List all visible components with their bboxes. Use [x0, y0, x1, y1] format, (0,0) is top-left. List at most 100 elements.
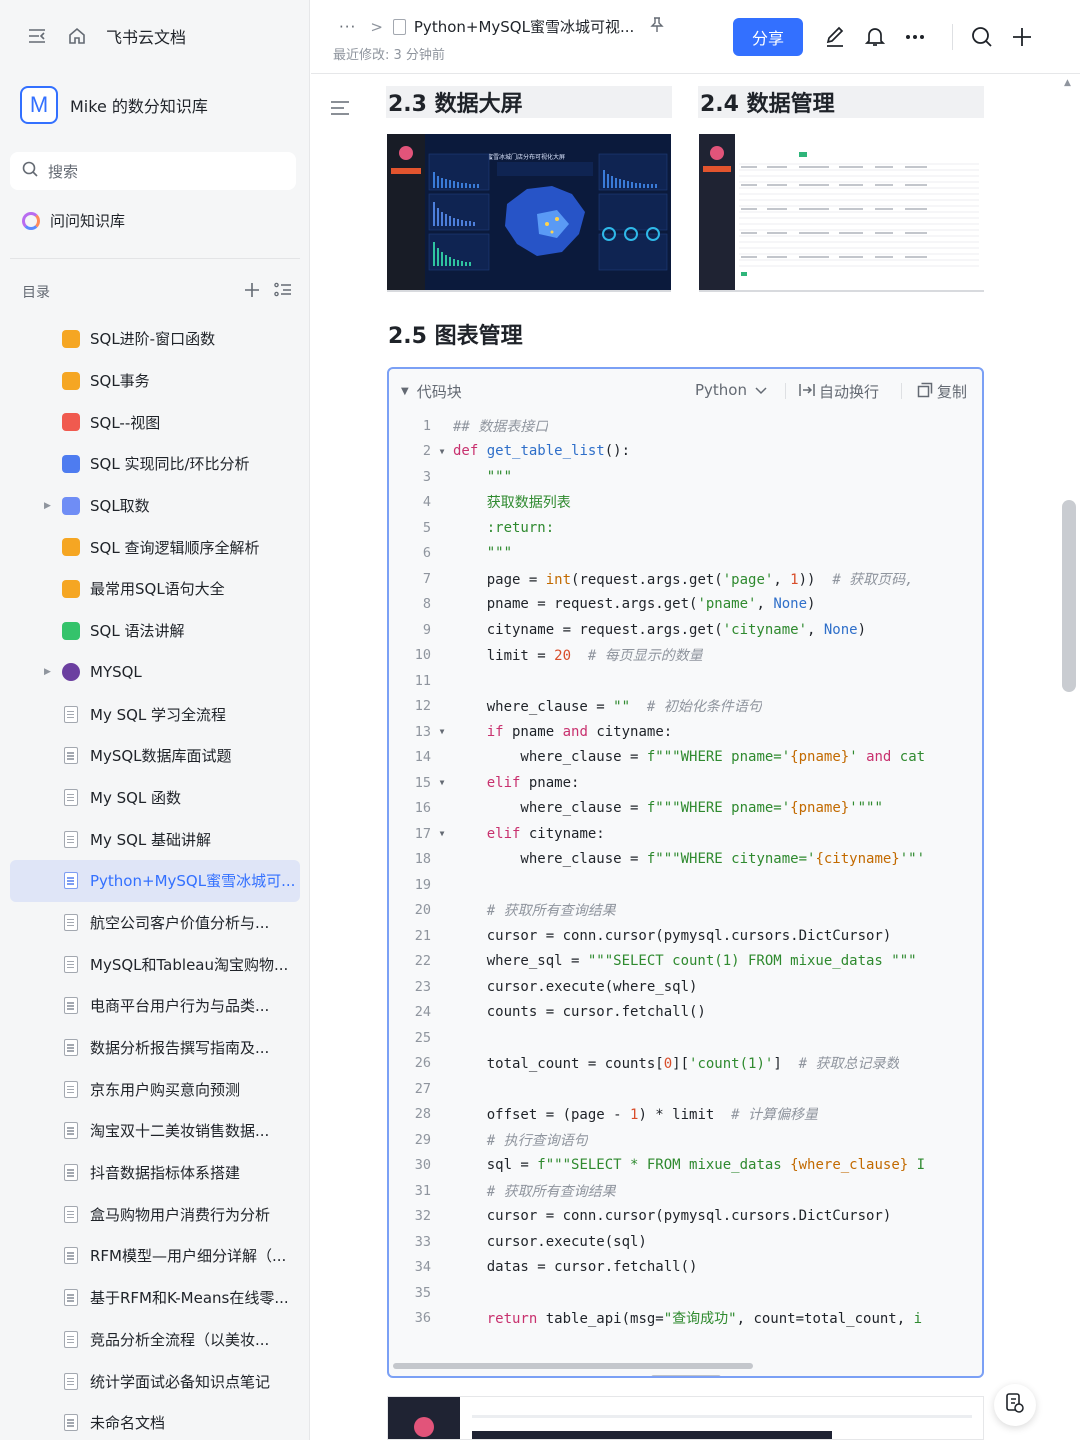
document-icon [64, 913, 78, 931]
scroll-up-icon[interactable]: ▲ [1064, 78, 1071, 88]
share-button[interactable]: 分享 [733, 18, 803, 56]
toc-item[interactable]: 航空公司客户价值分析与... [10, 902, 300, 944]
toc-item[interactable]: Python+MySQL蜜雪冰城可... [10, 859, 300, 902]
toc-item[interactable]: MySQL和Tableau淘宝购物... [10, 943, 300, 985]
toc-item[interactable]: My SQL 学习全流程 [10, 693, 300, 735]
document-icon [64, 1080, 78, 1098]
notification-bell-icon[interactable] [862, 24, 888, 50]
last-modified: 最近修改: 3 分钟前 [333, 48, 445, 63]
search-placeholder: 搜索 [48, 162, 79, 181]
auto-wrap-button[interactable]: 自动换行 [799, 381, 879, 402]
code-text: cursor.execute(sql) [453, 1233, 647, 1250]
code-line: 24 counts = cursor.fetchall() [389, 1000, 982, 1026]
toc-list: SQL进阶-窗口函数 SQL事务 SQL--视图 SQL 实现同比/环比分析 ▶ SQL取… [10, 318, 300, 1440]
toc-item[interactable]: 数据分析报告撰写指南及... [10, 1027, 300, 1069]
toc-item[interactable]: 盒马购物用户消费行为分析 [10, 1193, 300, 1235]
outline-icon[interactable] [330, 100, 350, 120]
line-number: 24 [414, 1004, 431, 1021]
pin-icon[interactable] [650, 16, 664, 37]
toc-item[interactable]: 统计学面试必备知识点笔记 [10, 1360, 300, 1402]
data-management-screenshot[interactable] [699, 134, 984, 292]
chart-management-screenshot[interactable] [387, 1396, 984, 1440]
doc-title[interactable]: Python+MySQL蜜雪冰城可视... [414, 16, 634, 37]
toc-item[interactable]: My SQL 基础讲解 [10, 818, 300, 860]
floating-feedback-button[interactable] [994, 1384, 1036, 1426]
toc-item[interactable]: 电商平台用户行为与品类... [10, 985, 300, 1027]
code-line: 34 datas = cursor.fetchall() [389, 1255, 982, 1281]
toc-item[interactable]: SQL事务 [10, 360, 300, 402]
toc-item[interactable]: 京东用户购买意向预测 [10, 1068, 300, 1110]
toc-item[interactable]: My SQL 函数 [10, 777, 300, 819]
toc-item[interactable]: RFM模型—用户细分详解（... [10, 1235, 300, 1277]
language-selector[interactable]: Python [695, 381, 767, 399]
breadcrumb-more[interactable]: ··· [339, 18, 356, 36]
toc-item[interactable]: ▶ SQL取数 [10, 485, 300, 527]
expand-arrow-icon[interactable]: ▶ [44, 501, 51, 511]
page-scrollbar[interactable] [1062, 500, 1076, 692]
header-divider [952, 24, 953, 50]
breadcrumb-separator: > [370, 17, 383, 36]
document-icon [64, 705, 78, 723]
code-body[interactable]: 1 ## 数据表接口 2 ▼ def get_table_list(): 3 """ 4 获… [389, 413, 982, 1331]
line-number: 19 [414, 876, 431, 893]
search-icon[interactable] [969, 24, 995, 50]
collapse-sidebar-icon[interactable] [26, 25, 48, 47]
sidebar-search[interactable]: 搜索 [10, 152, 296, 190]
data-dashboard-screenshot[interactable]: 蜜雪冰城门店分布可视化大屏 11000 246 [387, 134, 671, 292]
more-options-icon[interactable] [902, 24, 928, 50]
toc-item[interactable]: MySQL数据库面试题 [10, 735, 300, 777]
line-number: 20 [414, 902, 431, 919]
document-icon [64, 1289, 78, 1307]
document-icon [392, 18, 406, 35]
code-line: 11 [389, 668, 982, 694]
app-name[interactable]: 飞书云文档 [106, 24, 186, 48]
code-line: 35 [389, 1280, 982, 1306]
auto-wrap-label: 自动换行 [819, 383, 880, 401]
fold-arrow-icon[interactable]: ▼ [431, 778, 453, 787]
toc-item-label: SQL 语法讲解 [90, 622, 185, 641]
home-icon[interactable] [66, 25, 88, 47]
toc-item[interactable]: SQL 实现同比/环比分析 [10, 443, 300, 485]
toc-item[interactable]: 抖音数据指标体系搭建 [10, 1152, 300, 1194]
code-horizontal-scrollbar[interactable] [393, 1363, 753, 1369]
fold-arrow-icon[interactable]: ▼ [431, 727, 453, 736]
toc-item-label: 统计学面试必备知识点笔记 [90, 1372, 271, 1391]
knowledge-base-header[interactable]: M Mike 的数分知识库 [20, 86, 208, 124]
code-line: 10 limit = 20 # 每页显示的数量 [389, 643, 982, 669]
line-number: 34 [414, 1259, 431, 1276]
toc-item[interactable]: 竞品分析全流程（以美妆... [10, 1319, 300, 1361]
toc-list-icon[interactable] [274, 282, 292, 302]
code-block-resize-handle[interactable] [651, 1375, 721, 1376]
code-text: where_clause = f"""WHERE pname='{pname}'… [453, 749, 926, 766]
breadcrumb: ··· > Python+MySQL蜜雪冰城可视... [339, 16, 664, 37]
add-icon[interactable] [244, 282, 260, 302]
code-line: 21 cursor = conn.cursor(pymysql.cursors.… [389, 923, 982, 949]
create-new-icon[interactable] [1009, 24, 1035, 50]
code-line: 26 total_count = counts[0]['count(1)'] #… [389, 1051, 982, 1077]
fold-arrow-icon[interactable]: ▼ [431, 447, 453, 456]
toc-item[interactable]: ▶ MYSQL [10, 652, 300, 694]
fold-arrow-icon[interactable]: ▼ [431, 829, 453, 838]
code-text: counts = cursor.fetchall() [453, 1004, 706, 1021]
line-number: 10 [414, 647, 431, 664]
toc-item[interactable]: SQL进阶-窗口函数 [10, 318, 300, 360]
toc-item-label: SQL事务 [90, 372, 150, 391]
line-number: 21 [414, 927, 431, 944]
knowledge-base-name: Mike 的数分知识库 [70, 97, 208, 116]
toc-item[interactable]: 基于RFM和K-Means在线零... [10, 1277, 300, 1319]
toc-item[interactable]: SQL 语法讲解 [10, 610, 300, 652]
toc-item-label: 京东用户购买意向预测 [90, 1080, 241, 1099]
toc-item[interactable]: 未命名文档 [10, 1402, 300, 1440]
toc-item[interactable]: 最常用SQL语句大全 [10, 568, 300, 610]
ask-knowledge-base[interactable]: 问问知识库 [22, 210, 125, 231]
expand-arrow-icon[interactable]: ▶ [44, 667, 51, 677]
toc-item[interactable]: SQL--视图 [10, 401, 300, 443]
toc-item[interactable]: 淘宝双十二美妆销售数据... [10, 1110, 300, 1152]
code-text: offset = (page - 1) * limit # 计算偏移量 [453, 1107, 819, 1124]
edit-icon[interactable] [822, 24, 848, 50]
toc-item[interactable]: SQL 查询逻辑顺序全解析 [10, 526, 300, 568]
collapse-code-icon[interactable]: ▼ [401, 386, 409, 397]
document-icon [64, 997, 78, 1015]
copy-code-button[interactable]: 复制 [917, 381, 967, 402]
code-line: 20 # 获取所有查询结果 [389, 898, 982, 924]
